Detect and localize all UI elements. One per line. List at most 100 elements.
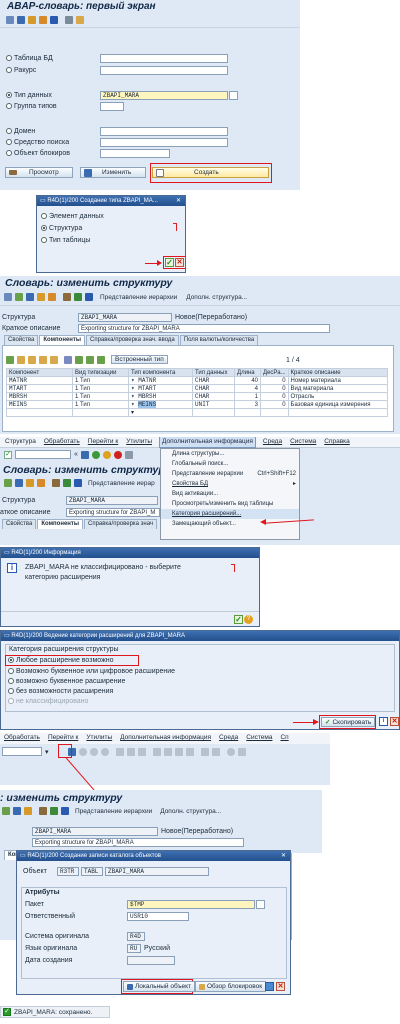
- radio-button[interactable]: [6, 103, 12, 110]
- insert-row-icon[interactable]: [39, 355, 47, 364]
- radio-button[interactable]: [6, 55, 12, 62]
- page-icon[interactable]: [265, 982, 274, 991]
- radio-table[interactable]: Таблица БД: [6, 55, 53, 62]
- builtin-type-button[interactable]: Встроенный тип: [111, 355, 168, 364]
- menu-edit[interactable]: Обработать: [44, 437, 80, 447]
- menu-help[interactable]: Сп: [280, 733, 288, 744]
- description-field[interactable]: Exporting structure for ZBAPI_MARA: [78, 324, 330, 333]
- hierarchy-icon[interactable]: [39, 807, 47, 815]
- pencil-icon[interactable]: [26, 293, 34, 301]
- pencil-icon[interactable]: [13, 807, 21, 815]
- new-session-icon[interactable]: [200, 747, 209, 756]
- radio-button[interactable]: [41, 213, 47, 220]
- cancel-icon[interactable]: [113, 450, 122, 459]
- display-change-icon[interactable]: [4, 293, 12, 301]
- menu-item-global-search[interactable]: Глобальный поиск...: [161, 459, 299, 469]
- menu-item-activation-type[interactable]: Вид активации...: [161, 489, 299, 499]
- menu-utilities[interactable]: Утилиты: [126, 437, 152, 447]
- radio-lock-object[interactable]: Объект блокиров: [6, 150, 70, 157]
- find-next-icon[interactable]: [137, 747, 146, 756]
- tab-properties[interactable]: Свойства: [4, 335, 39, 345]
- responsible-input[interactable]: USR10: [127, 912, 189, 921]
- back-icon[interactable]: [91, 450, 100, 459]
- radio-button[interactable]: [6, 150, 12, 157]
- radio-search-help[interactable]: Средство поиска: [6, 139, 69, 146]
- menu-goto[interactable]: Перейти к: [48, 733, 78, 744]
- history-icon[interactable]: «: [74, 451, 78, 458]
- where-used-icon[interactable]: [63, 479, 71, 487]
- tab-components[interactable]: Компоненты: [37, 519, 83, 529]
- next-page-icon[interactable]: [174, 747, 183, 756]
- menu-help[interactable]: Справка: [324, 437, 350, 447]
- check-icon[interactable]: [37, 293, 45, 301]
- tab-components[interactable]: Компоненты: [39, 335, 85, 345]
- radio-button[interactable]: [6, 128, 12, 135]
- menu-utilities[interactable]: Утилиты: [86, 733, 112, 744]
- radio-button[interactable]: [6, 139, 12, 146]
- menu-structure[interactable]: Структура: [5, 437, 36, 447]
- menu-extras[interactable]: Дополнительная информация: [120, 733, 211, 744]
- check-icon[interactable]: [24, 807, 32, 815]
- info-icon[interactable]: [61, 807, 69, 815]
- view-button[interactable]: Просмотр: [5, 167, 73, 178]
- close-icon[interactable]: ✕: [281, 851, 286, 861]
- dropdown-icon[interactable]: ▾: [45, 748, 49, 756]
- option-data-element[interactable]: Элемент данных: [41, 213, 104, 220]
- table-row[interactable]: MATNR 1 Тип ▾ MATNR CHAR 40 0 Номер материала: [6, 376, 389, 385]
- cancel-icon[interactable]: ✕: [276, 982, 285, 991]
- filter-icon[interactable]: [64, 355, 72, 364]
- last-page-icon[interactable]: [185, 747, 194, 756]
- change-button[interactable]: Изменить: [80, 167, 146, 178]
- info-icon[interactable]: [50, 16, 58, 24]
- option-structure[interactable]: Структура: [41, 225, 82, 232]
- sort-icon[interactable]: [75, 355, 83, 364]
- option-character[interactable]: возможно буквенное расширение: [8, 678, 125, 685]
- append-structure-button[interactable]: Дополн. структура...: [186, 294, 247, 301]
- value-help-icon[interactable]: [256, 900, 265, 909]
- activate-icon[interactable]: [48, 293, 56, 301]
- print-icon[interactable]: [115, 747, 124, 756]
- switch-icon[interactable]: [2, 807, 10, 815]
- menu-item-enhancement-category[interactable]: Категория расширений...: [161, 509, 299, 519]
- table-row[interactable]: MBRSH 1 Тип ▾ MBRSH CHAR 1 0 Отрасль: [6, 392, 389, 401]
- copy-icon[interactable]: [76, 16, 84, 24]
- activate-icon[interactable]: [39, 16, 47, 24]
- confirm-icon[interactable]: ✓: [234, 615, 243, 624]
- back-icon[interactable]: [78, 747, 87, 756]
- menu-item-hierarchy-view[interactable]: Представление иерархии Ctrl+Shift+F12: [161, 469, 299, 479]
- radio-button[interactable]: [8, 678, 14, 685]
- hierarchy-icon[interactable]: [63, 293, 71, 301]
- menu-environment[interactable]: Среда: [219, 733, 238, 744]
- option-not-enhanceable[interactable]: без возможности расширения: [8, 688, 113, 695]
- cancel-icon[interactable]: ✕: [175, 258, 184, 267]
- radio-button[interactable]: [8, 657, 14, 664]
- menu-item-db-properties[interactable]: Свойства БД ▸: [161, 479, 299, 489]
- switch-icon[interactable]: [4, 479, 12, 487]
- command-field[interactable]: [2, 747, 42, 756]
- lock-object-input[interactable]: [100, 149, 170, 158]
- exit-icon[interactable]: [89, 747, 98, 756]
- pencil-icon[interactable]: [17, 16, 25, 24]
- shortcut-icon[interactable]: [211, 747, 220, 756]
- lock-overview-button[interactable]: Обзор блокировок: [195, 981, 267, 992]
- hierarchy-view-button[interactable]: Представление иерархии: [75, 808, 152, 815]
- value-help-icon[interactable]: [229, 91, 238, 100]
- check-icon[interactable]: [28, 16, 36, 24]
- hierarchy-view-button[interactable]: Представление иерар: [88, 480, 155, 487]
- find-icon[interactable]: [126, 747, 135, 756]
- help-icon[interactable]: ?: [244, 615, 253, 624]
- tab-input-help[interactable]: Справка/проверка знач. ввода: [85, 335, 179, 345]
- previous-page-icon[interactable]: [163, 747, 172, 756]
- menu-item-replacement-object[interactable]: Замещающий объект...: [161, 519, 299, 529]
- hierarchy-icon[interactable]: [52, 479, 60, 487]
- radio-button[interactable]: [6, 67, 12, 74]
- option-table-type[interactable]: Тип таблицы: [41, 237, 90, 244]
- save-icon[interactable]: [80, 450, 89, 459]
- table-input[interactable]: [100, 54, 228, 63]
- radio-domain[interactable]: Домен: [6, 128, 35, 135]
- switch-icon[interactable]: [15, 293, 23, 301]
- table-row[interactable]: ▾: [6, 408, 389, 417]
- menu-system[interactable]: Система: [246, 733, 272, 744]
- pencil-icon[interactable]: [15, 479, 23, 487]
- copy-icon[interactable]: [17, 355, 25, 364]
